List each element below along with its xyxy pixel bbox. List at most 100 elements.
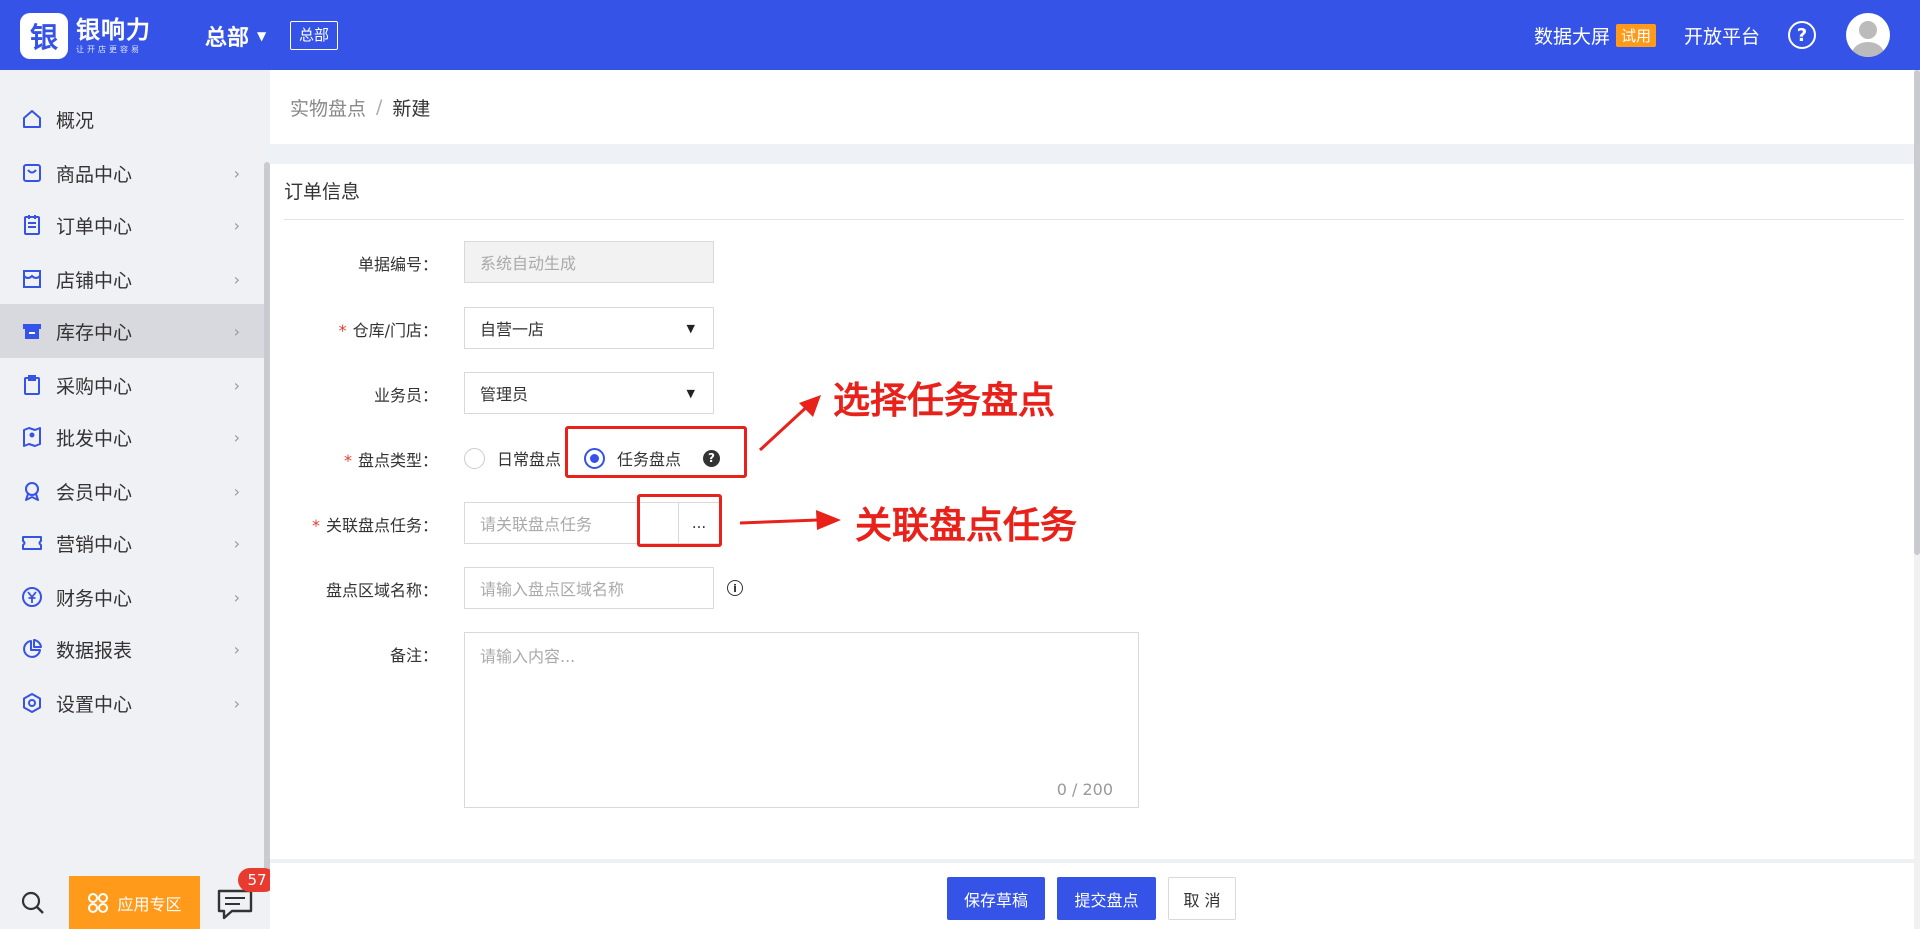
sidebar-item-label: 店铺中心: [56, 269, 133, 292]
chevron-right-icon: ›: [233, 481, 240, 501]
top-bar: 银 银响力 让开店更容易 总部 ▼ 总部 数据大屏 试用 开放平台 ?: [0, 0, 1920, 70]
sidebar-item-3[interactable]: 店铺中心 ›: [0, 252, 264, 306]
sidebar-item-label: 商品中心: [56, 163, 133, 186]
chevron-right-icon: ›: [233, 427, 240, 447]
sidebar-item-label: 财务中心: [56, 587, 133, 610]
main-scrollbar[interactable]: [1914, 70, 1920, 929]
sidebar-bottom: 应用专区 57: [0, 868, 276, 929]
chevron-right-icon: ›: [233, 163, 240, 183]
apps-zone-button[interactable]: 应用专区: [69, 876, 200, 929]
highlight-task-button: [637, 494, 722, 547]
sidebar: 概况 商品中心 › 订单中心 › 店铺中心 › 库存中心 › 采购中心 › 批发中心 › 会员中心 › 营销中…: [0, 70, 270, 929]
purchase-icon: [20, 373, 44, 397]
sidebar-item-10[interactable]: 数据报表 ›: [0, 622, 264, 676]
remark-label: 备注：: [389, 646, 438, 665]
radio-daily-count[interactable]: 日常盘点: [464, 446, 561, 470]
info-icon[interactable]: i: [727, 580, 743, 596]
member-icon: [20, 479, 44, 503]
submit-count-button[interactable]: 提交盘点: [1057, 877, 1156, 920]
radio-circle: [464, 447, 485, 469]
order-info-form: 订单信息 单据编号： 系统自动生成 * 仓库/门店： 自营一店 ▼ 业务员： 管理…: [270, 164, 1915, 859]
arrow-right-icon: [739, 510, 841, 530]
chevron-right-icon: ›: [233, 215, 240, 235]
count-type-label: * 盘点类型：: [343, 451, 438, 470]
remark-textarea[interactable]: 请输入内容... 0 / 200: [464, 632, 1139, 808]
store-icon: [20, 267, 44, 291]
box-icon: [20, 319, 44, 343]
warehouse-select[interactable]: 自营一店 ▼: [464, 307, 714, 349]
breadcrumb-separator: /: [376, 96, 383, 118]
sidebar-item-2[interactable]: 订单中心 ›: [0, 198, 264, 252]
org-switcher[interactable]: 总部 ▼: [205, 20, 266, 52]
sidebar-item-11[interactable]: 设置中心 ›: [0, 676, 264, 730]
open-platform-link[interactable]: 开放平台: [1684, 22, 1760, 49]
area-name-input[interactable]: 请输入盘点区域名称: [464, 567, 714, 609]
sidebar-item-label: 订单中心: [56, 215, 133, 238]
annotation-select-task: 选择任务盘点: [833, 379, 1055, 422]
bag-icon: [20, 161, 44, 185]
sidebar-item-0[interactable]: 概况: [0, 92, 264, 146]
caret-down-icon: ▼: [686, 321, 695, 335]
sidebar-item-label: 会员中心: [56, 481, 133, 504]
sidebar-item-label: 营销中心: [56, 533, 133, 556]
data-screen-link[interactable]: 数据大屏 试用: [1534, 22, 1656, 49]
related-task-label: * 关联盘点任务：: [311, 516, 438, 535]
chevron-right-icon: ›: [233, 533, 240, 553]
avatar[interactable]: [1846, 13, 1890, 57]
save-draft-button[interactable]: 保存草稿: [947, 877, 1045, 920]
sidebar-item-8[interactable]: 营销中心 ›: [0, 516, 264, 570]
breadcrumb-parent[interactable]: 实物盘点: [290, 94, 366, 121]
map-pin-icon: [20, 425, 44, 449]
app-name: 银响力: [76, 16, 151, 44]
char-counter: 0 / 200: [1056, 780, 1113, 799]
highlight-task-count: [565, 426, 747, 478]
sidebar-item-label: 数据报表: [56, 639, 133, 662]
area-name-label: 盘点区域名称：: [325, 581, 438, 600]
trial-badge: 试用: [1615, 23, 1656, 47]
logo[interactable]: 银 银响力 让开店更容易: [20, 13, 151, 59]
chevron-right-icon: ›: [233, 321, 240, 341]
pie-chart-icon: [20, 637, 44, 661]
sidebar-item-label: 批发中心: [56, 427, 133, 450]
chevron-down-icon: ▼: [257, 29, 267, 43]
sidebar-item-label: 设置中心: [56, 693, 133, 716]
home-icon: [20, 107, 44, 131]
section-title: 订单信息: [284, 181, 361, 203]
sidebar-item-6[interactable]: 批发中心 ›: [0, 410, 264, 464]
sidebar-item-label: 采购中心: [56, 375, 133, 398]
doc-no-input: 系统自动生成: [464, 241, 714, 283]
sidebar-item-7[interactable]: 会员中心 ›: [0, 464, 264, 518]
sidebar-item-1[interactable]: 商品中心 ›: [0, 146, 264, 200]
divider: [284, 219, 1904, 220]
arrow-up-right-icon: [758, 395, 821, 452]
chevron-right-icon: ›: [233, 639, 240, 659]
doc-no-label: 单据编号：: [357, 255, 438, 274]
sidebar-item-9[interactable]: 财务中心 ›: [0, 570, 264, 624]
annotation-link-task: 关联盘点任务: [855, 504, 1077, 547]
breadcrumb-current: 新建: [392, 97, 431, 120]
salesperson-select[interactable]: 管理员 ▼: [464, 372, 714, 414]
settings-icon: [20, 691, 44, 715]
chevron-right-icon: ›: [233, 375, 240, 395]
sidebar-item-5[interactable]: 采购中心 ›: [0, 358, 264, 412]
yuan-icon: [20, 585, 44, 609]
help-icon[interactable]: ?: [1788, 21, 1816, 49]
cancel-button[interactable]: 取 消: [1168, 877, 1236, 920]
org-name: 总部: [205, 26, 250, 51]
chevron-right-icon: ›: [233, 269, 240, 289]
caret-down-icon: ▼: [686, 386, 695, 400]
sidebar-item-label: 概况: [56, 109, 95, 132]
chevron-right-icon: ›: [233, 587, 240, 607]
sidebar-item-label: 库存中心: [56, 321, 133, 344]
chevron-right-icon: ›: [233, 693, 240, 713]
ticket-icon: [20, 531, 44, 555]
salesperson-label: 业务员：: [373, 386, 438, 405]
org-tag: 总部: [290, 21, 339, 50]
sidebar-item-4[interactable]: 库存中心 ›: [0, 304, 264, 358]
message-icon[interactable]: [216, 888, 254, 924]
clipboard-icon: [20, 213, 44, 237]
app-tagline: 让开店更容易: [76, 45, 142, 54]
search-icon[interactable]: [20, 890, 46, 920]
apps-grid-icon: [88, 892, 109, 913]
logo-icon: 银: [20, 13, 68, 59]
